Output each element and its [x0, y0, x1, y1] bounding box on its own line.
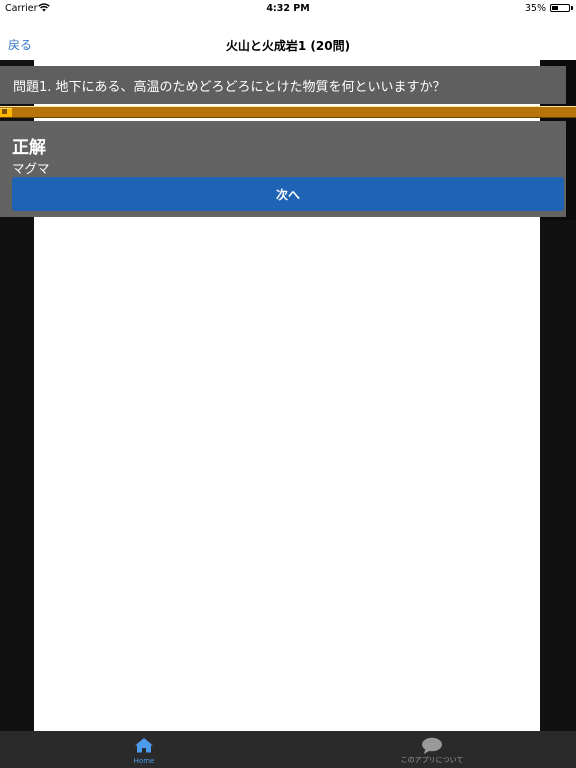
progress-marker [2, 109, 7, 114]
result-label: 正解 [12, 138, 46, 158]
clock: 4:32 PM [266, 3, 310, 14]
navigation-bar: 戻る 火山と火成岩1 (20問) [0, 17, 576, 65]
tab-about-label: このアプリについて [400, 756, 464, 764]
battery-tip [571, 6, 573, 10]
tab-home[interactable]: Home [0, 731, 288, 768]
answer-text: マグマ [12, 161, 50, 176]
progress-bar [0, 106, 576, 118]
battery-percentage: 35% [524, 3, 546, 14]
battery-icon [550, 4, 570, 12]
next-button[interactable]: 次へ [12, 177, 564, 211]
status-bar: Carrier 4:32 PM 35% [0, 0, 576, 17]
home-icon [134, 737, 154, 757]
question-box: 問題1. 地下にある、高温のためどろどろにとけた物質を何といいますか？ [0, 66, 566, 104]
answer-panel: 正解 マグマ 次へ [0, 121, 566, 217]
tab-home-label: Home [133, 757, 155, 765]
tab-bar: Home このアプリについて [0, 731, 576, 768]
question-text: 問題1. 地下にある、高温のためどろどろにとけた物質を何といいますか？ [13, 80, 446, 95]
tab-about[interactable]: このアプリについて [288, 731, 576, 768]
page-title: 火山と火成岩1 (20問) [225, 39, 351, 53]
